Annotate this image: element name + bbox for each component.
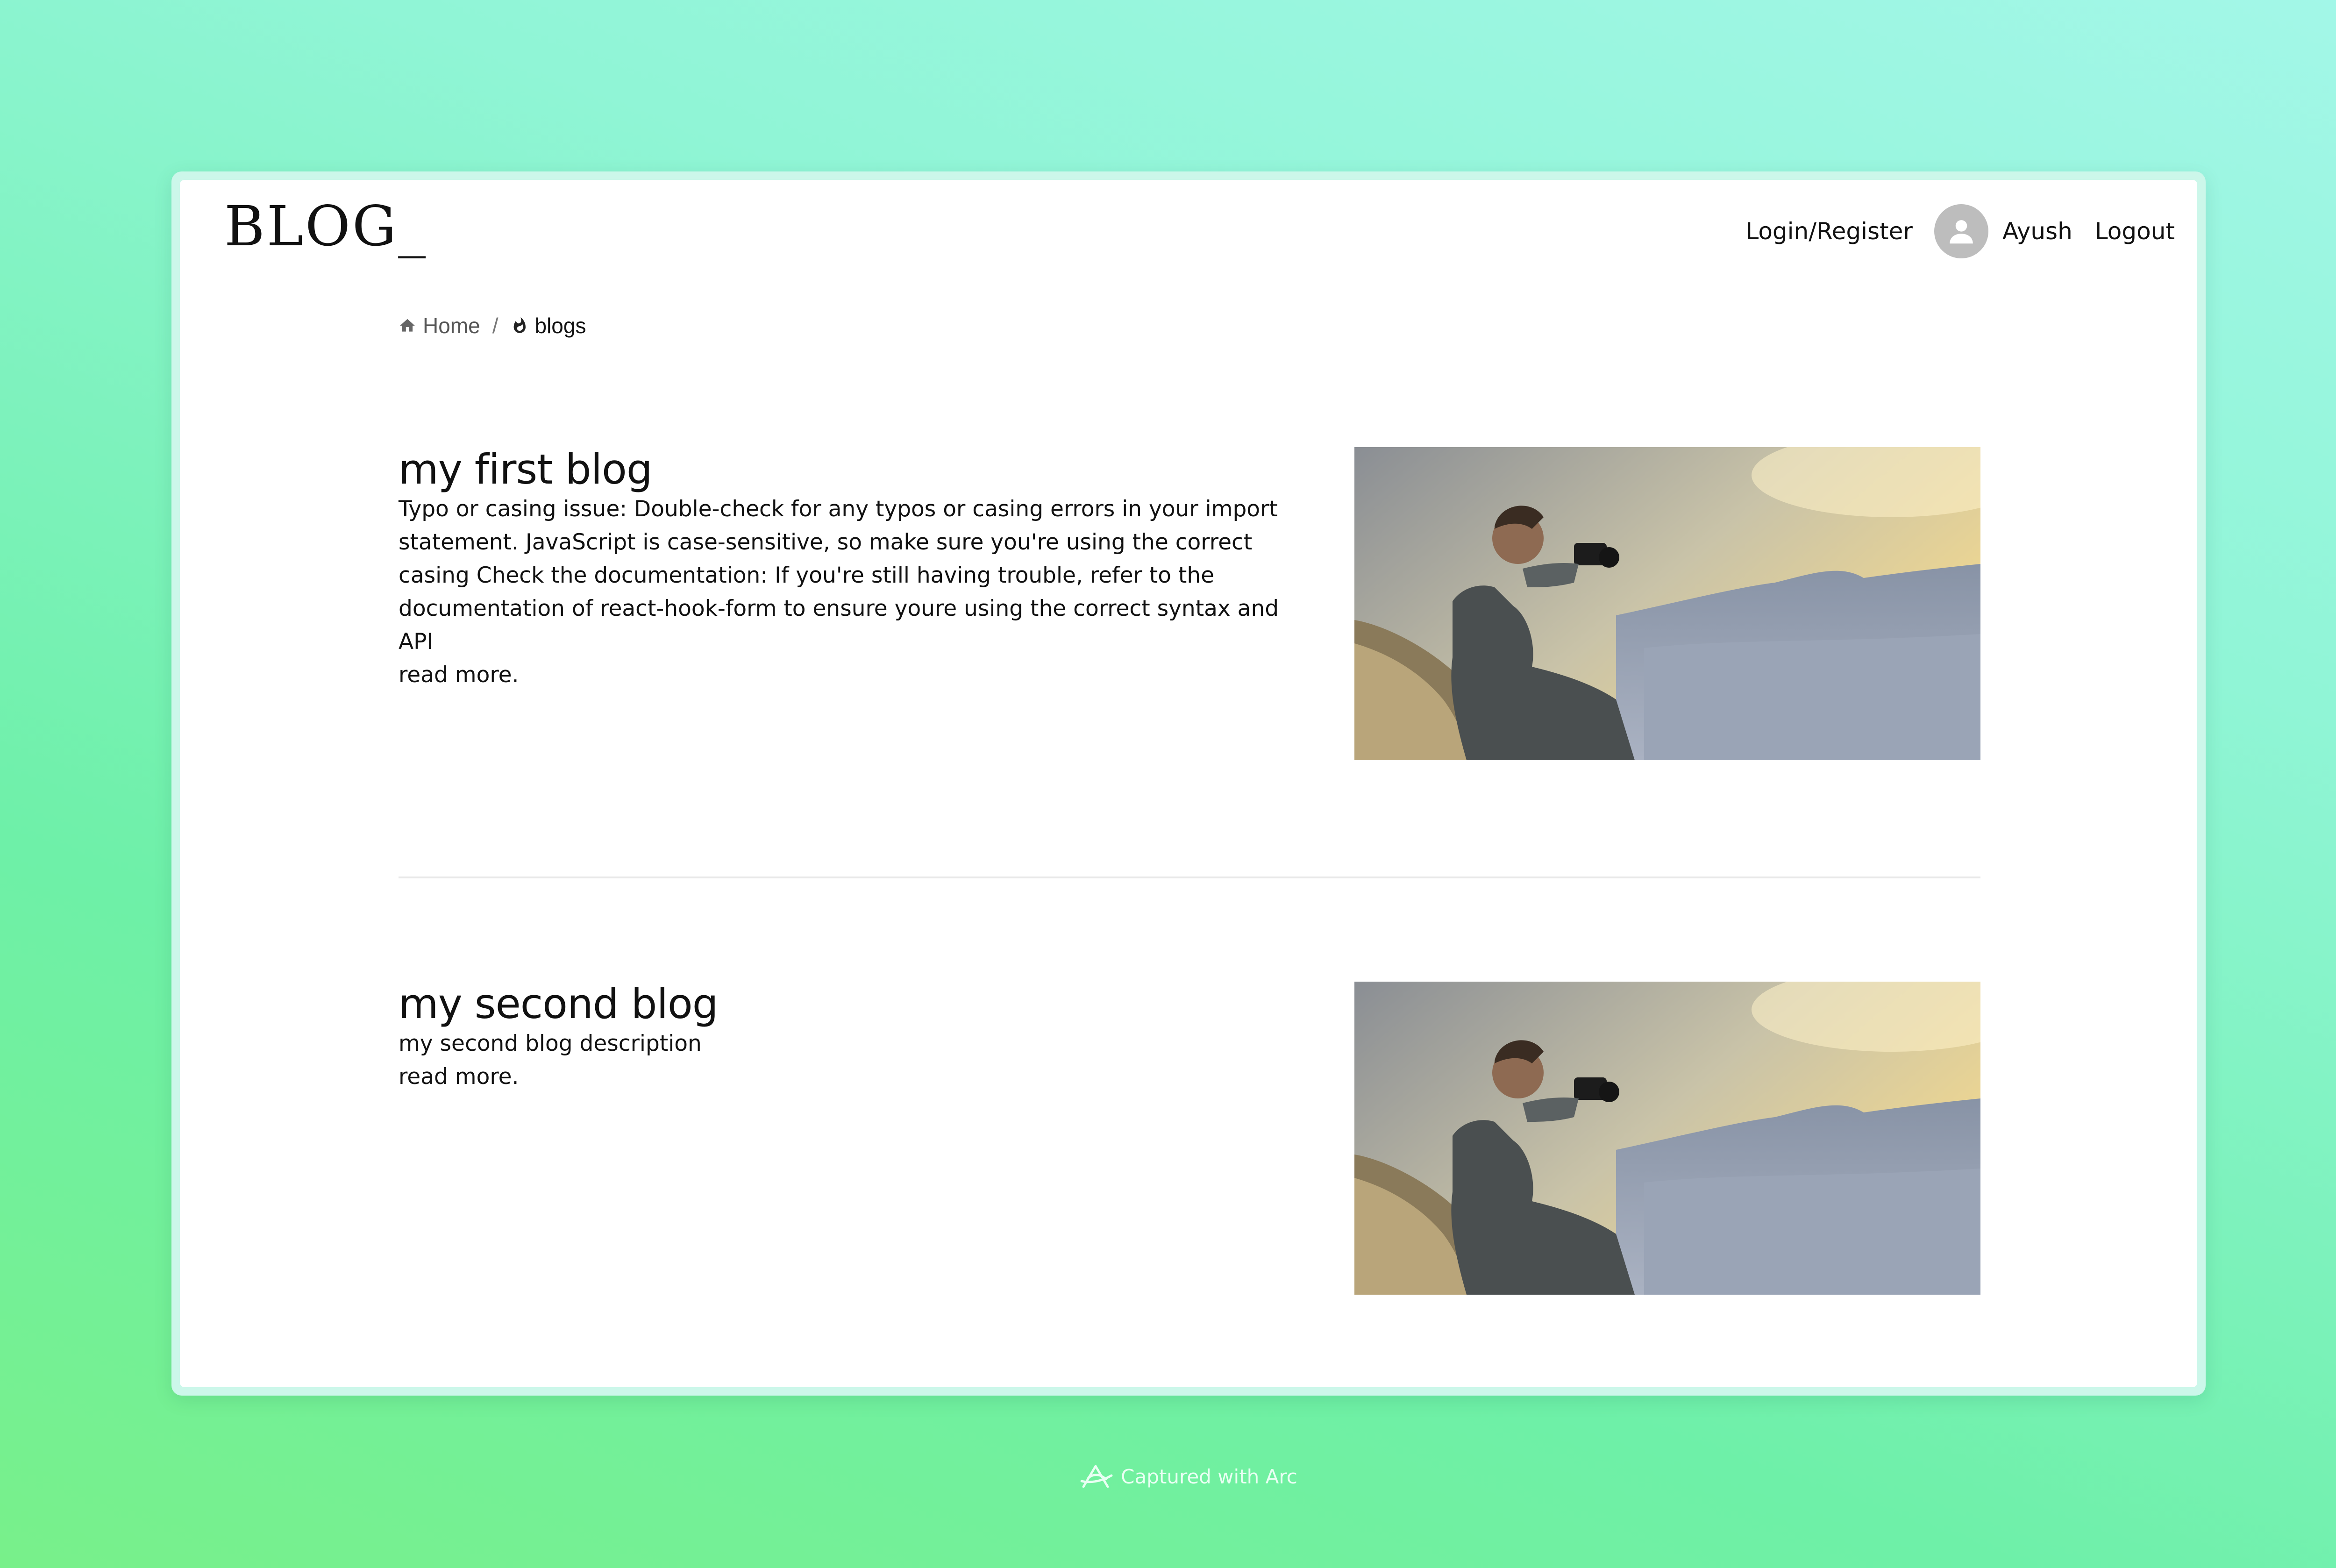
- blog-post-text: my second blog my second blog descriptio…: [399, 981, 1286, 1093]
- breadcrumb-home[interactable]: Home: [399, 313, 480, 338]
- capture-caption-text: Captured with Arc: [1121, 1465, 1297, 1488]
- page-viewport: BLOG_ Login/Register Ayush Logout Home /: [180, 180, 2197, 1387]
- breadcrumb: Home / blogs: [399, 313, 586, 338]
- breadcrumb-separator: /: [492, 314, 499, 338]
- home-icon: [399, 317, 416, 335]
- read-more-link[interactable]: read more.: [399, 658, 1286, 691]
- flame-icon: [511, 317, 528, 335]
- arc-logo-icon: [1080, 1465, 1113, 1488]
- site-logo[interactable]: BLOG_: [224, 194, 427, 258]
- user-avatar-icon[interactable]: [1934, 204, 1988, 258]
- blog-post-description: my second blog description: [399, 1030, 702, 1056]
- login-register-link[interactable]: Login/Register: [1745, 218, 1913, 245]
- blog-post-image[interactable]: [1354, 447, 1980, 760]
- logout-link[interactable]: Logout: [2095, 218, 2175, 245]
- breadcrumb-current-label: blogs: [534, 314, 586, 338]
- blog-post: my first blog Typo or casing issue: Doub…: [399, 447, 1980, 760]
- browser-window: BLOG_ Login/Register Ayush Logout Home /: [171, 171, 2206, 1396]
- photographer-image: [1354, 447, 1980, 760]
- read-more-link[interactable]: read more.: [399, 1060, 1286, 1093]
- top-nav: Login/Register Ayush Logout: [1745, 204, 2175, 258]
- blog-post-text: my first blog Typo or casing issue: Doub…: [399, 447, 1286, 691]
- capture-caption: Captured with Arc: [0, 1462, 2336, 1490]
- blog-post-description: Typo or casing issue: Double-check for a…: [399, 496, 1279, 655]
- user-name[interactable]: Ayush: [2002, 218, 2072, 245]
- breadcrumb-home-label: Home: [423, 314, 480, 338]
- blog-post-title[interactable]: my first blog: [399, 447, 1286, 492]
- breadcrumb-current: blogs: [511, 313, 586, 338]
- blog-post: my second blog my second blog descriptio…: [399, 981, 1980, 1295]
- post-divider: [399, 877, 1980, 878]
- blog-post-title[interactable]: my second blog: [399, 981, 1286, 1027]
- blog-post-image[interactable]: [1354, 982, 1980, 1295]
- photographer-image: [1354, 982, 1980, 1295]
